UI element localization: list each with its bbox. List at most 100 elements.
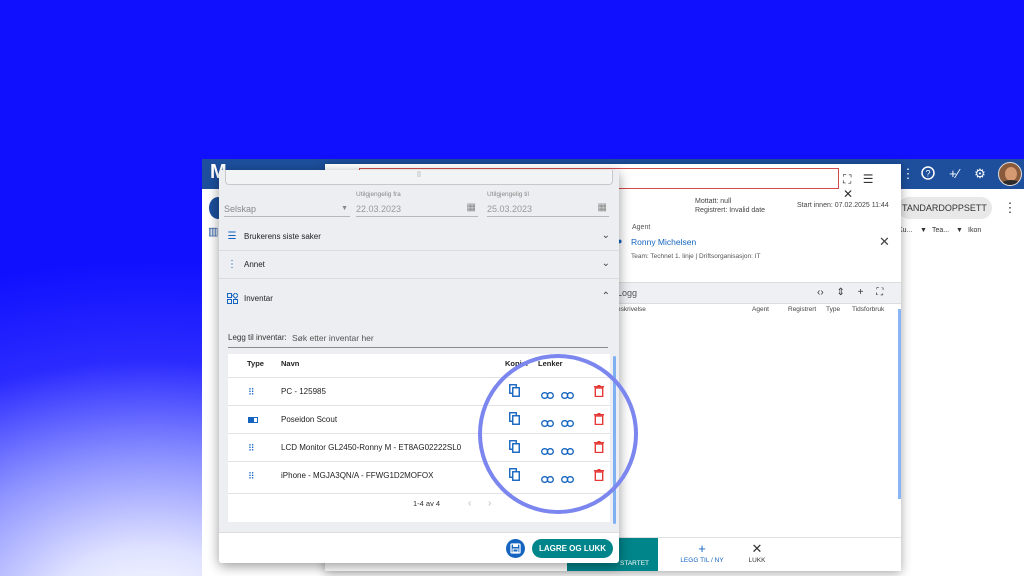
agent-name[interactable]: Ronny Michelsen — [631, 237, 696, 247]
column-header: Registrert — [788, 306, 817, 313]
column-header: Agent — [752, 306, 769, 313]
table-row[interactable]: ⠿ PC - 125985 — [228, 377, 610, 405]
section-inventory[interactable]: Inventar ⌃ — [219, 279, 619, 313]
filter-icon[interactable]: ▼ — [956, 227, 963, 234]
chevron-down-icon: ⌄ — [601, 230, 610, 241]
column-header-type: Type — [247, 359, 264, 368]
panel-body: ⠿ Selskap ▼ Utilgjengelig fra 22.03.2023… — [219, 170, 619, 532]
inventory-name: LCD Monitor GL2450-Ronny M - ET8AG02222S… — [281, 443, 462, 452]
view-preset-pill[interactable]: TANDARDOPPSETT ☰ — [898, 197, 992, 219]
calendar-icon[interactable]: ▦ — [467, 202, 476, 213]
chevron-left-icon[interactable]: ‹ — [468, 498, 471, 509]
settings-icon[interactable]: ⚙ — [972, 166, 988, 182]
delete-icon[interactable] — [594, 468, 604, 486]
grid-icon: ⠿ — [248, 443, 255, 453]
calendar-icon[interactable]: ▦ — [598, 202, 607, 213]
fullscreen-icon[interactable]: ⛶ — [843, 172, 851, 186]
delete-icon[interactable] — [594, 440, 604, 458]
column-header-copy: Kopier — [505, 359, 529, 368]
scrollbar[interactable] — [613, 356, 616, 524]
more-vert-icon[interactable]: ⋮ — [900, 166, 916, 182]
chevron-right-icon[interactable]: › — [488, 498, 491, 509]
column-header[interactable]: Ikon — [968, 227, 981, 234]
unavailable-to-field[interactable]: Utilgjengelig til 25.03.2023 ▦ — [487, 190, 609, 217]
unavailable-from-label: Utilgjengelig fra — [356, 191, 401, 198]
menu-icon[interactable]: ☰ — [863, 172, 874, 186]
start-within-info: Start innen: 07.02.2025 11:44 — [797, 202, 889, 209]
avatar[interactable] — [998, 162, 1022, 186]
company-select[interactable]: Selskap ▼ — [224, 190, 350, 217]
link-icon[interactable] — [541, 414, 554, 432]
scrollbar[interactable] — [898, 309, 901, 499]
unavailable-to-value: 25.03.2023 — [487, 204, 533, 214]
copy-icon[interactable] — [509, 384, 520, 402]
dropdown-icon: ▼ — [341, 205, 348, 212]
link-icon[interactable] — [561, 442, 574, 460]
collapse-icon[interactable]: ⇕ — [836, 287, 844, 298]
filter-icon[interactable]: ▼ — [920, 227, 927, 234]
save-and-close-button[interactable]: LAGRE OG LUKK — [532, 539, 613, 558]
magic-icon[interactable]: +⁄ — [946, 166, 962, 182]
close-ticket-button[interactable]: ✕ LUKK — [727, 541, 787, 564]
column-header-links: Lenker — [538, 359, 563, 368]
column-header: eskrivelse — [617, 306, 646, 313]
log-title: Logg — [617, 288, 638, 298]
copy-icon[interactable] — [509, 412, 520, 430]
registered-info: Registrert: Invalid date — [695, 207, 766, 214]
table-row[interactable]: ⠿ iPhone - MGJA3QN/A - FFWG1D2MOFOX — [228, 461, 610, 489]
link-icon[interactable] — [561, 414, 574, 432]
unavailable-from-field[interactable]: Utilgjengelig fra 22.03.2023 ▦ — [356, 190, 478, 217]
close-icon[interactable]: ✕ — [843, 187, 853, 201]
drag-handle[interactable]: ⠿ — [225, 170, 613, 185]
list-icon: ☰ — [227, 231, 237, 242]
copy-icon[interactable] — [509, 468, 520, 486]
add-new-button[interactable]: + LEGG TIL / NY — [672, 541, 732, 564]
add-new-label: LEGG TIL / NY — [680, 557, 724, 564]
add-inventory-row: Legg til inventar: — [228, 330, 608, 348]
more-vert-icon: ⋮ — [227, 259, 237, 270]
column-header[interactable]: Tea... — [932, 227, 949, 234]
inventory-name: Poseidon Scout — [281, 415, 338, 424]
delete-icon[interactable] — [594, 384, 604, 402]
grid-icon: ⠿ — [248, 387, 255, 397]
section-other[interactable]: ⋮ Annet ⌄ — [219, 251, 619, 279]
column-header: Tidsforbruk — [852, 306, 885, 313]
received-info: Mottatt: null — [695, 198, 732, 205]
link-icon[interactable] — [541, 386, 554, 404]
inventory-search-input[interactable] — [292, 330, 592, 346]
columns-icon[interactable]: ▥ — [208, 225, 218, 238]
copy-icon[interactable] — [509, 440, 520, 458]
section-label: Brukerens siste saker — [244, 232, 321, 241]
remove-agent-icon[interactable]: ✕ — [879, 234, 890, 250]
add-icon[interactable]: + — [858, 287, 864, 298]
battery-icon — [248, 415, 259, 425]
agent-label: Agent — [632, 224, 651, 231]
table-row[interactable]: Poseidon Scout — [228, 405, 610, 433]
link-icon[interactable] — [541, 442, 554, 460]
expand-icon[interactable]: ⛶ — [876, 287, 883, 298]
section-label: Inventar — [244, 294, 273, 303]
link-icon[interactable] — [561, 386, 574, 404]
inventory-name: iPhone - MGJA3QN/A - FFWG1D2MOFOX — [281, 471, 434, 480]
ticket-toolbar: ⛶ ☰ ✕ — [843, 172, 901, 201]
user-panel: ⠿ Selskap ▼ Utilgjengelig fra 22.03.2023… — [219, 170, 619, 563]
table-row[interactable]: ⠿ LCD Monitor GL2450-Ronny M - ET8AG0222… — [228, 433, 610, 461]
link-icon[interactable] — [561, 470, 574, 488]
add-inventory-label: Legg til inventar: — [228, 333, 287, 342]
inventory-name: PC - 125985 — [281, 387, 326, 396]
unavailable-to-label: Utilgjengelig til — [487, 191, 529, 198]
save-icon — [510, 543, 521, 554]
help-icon[interactable]: ? — [920, 166, 936, 182]
inventory-table: Type Navn Lenker ⠿ PC - 125985 Poseidon … — [228, 354, 610, 522]
section-label: Annet — [244, 260, 265, 269]
more-vert-icon[interactable]: ⋮ — [1002, 200, 1018, 216]
agent-team: Team: Technet 1. linje | Driftsorganisas… — [631, 253, 761, 260]
plus-icon: + — [698, 541, 706, 556]
link-icon[interactable] — [541, 470, 554, 488]
code-icon[interactable]: ‹› — [817, 287, 824, 298]
pagination-text: 1-4 av 4 — [413, 499, 441, 508]
delete-icon[interactable] — [594, 412, 604, 430]
widgets-icon — [226, 291, 239, 305]
section-recent-cases[interactable]: ☰ Brukerens siste saker ⌄ — [219, 223, 619, 251]
save-button[interactable] — [506, 539, 525, 558]
